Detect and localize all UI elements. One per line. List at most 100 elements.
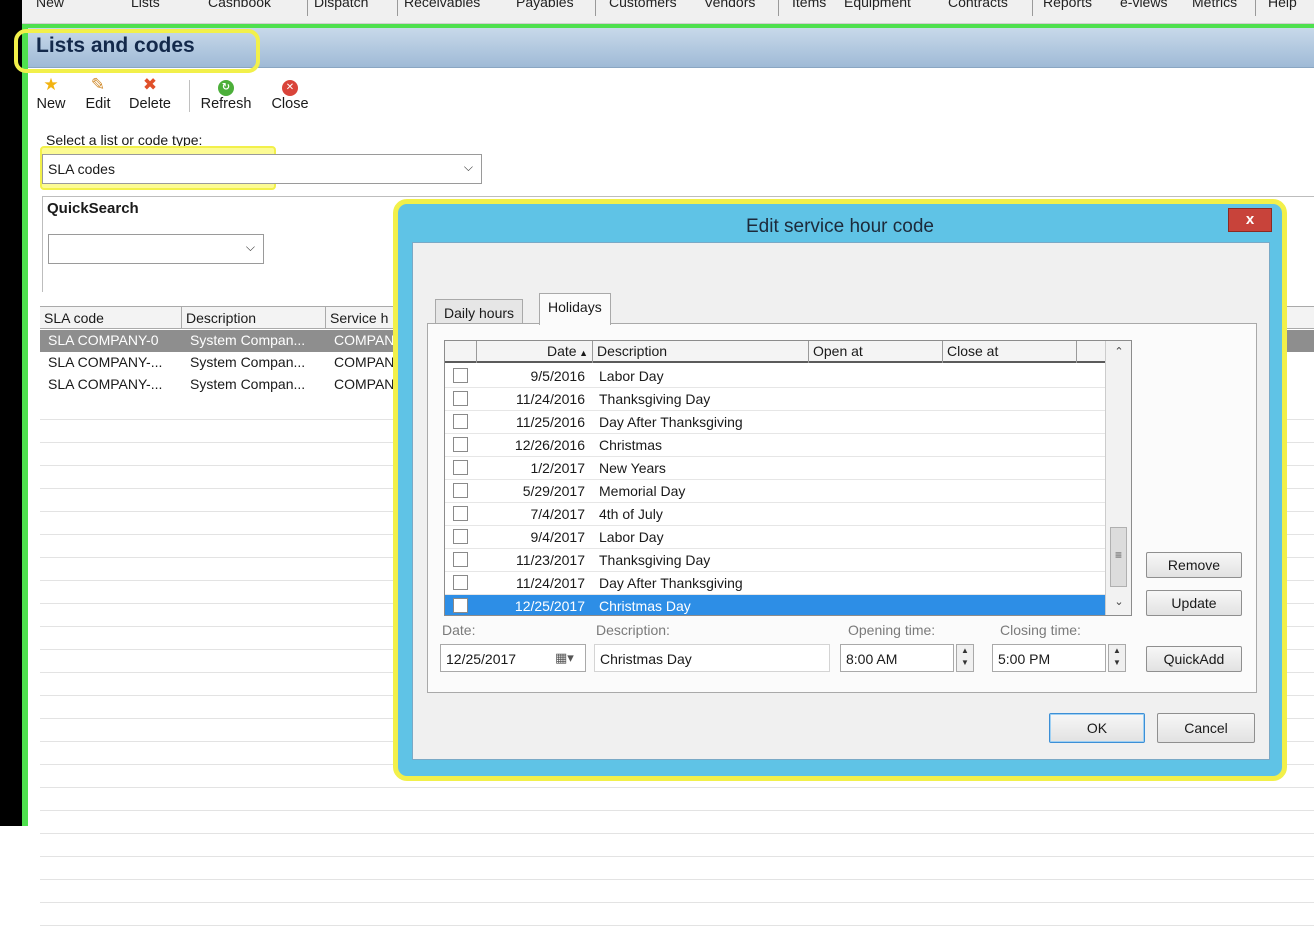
holiday-checkbox[interactable]	[453, 575, 468, 590]
holiday-checkbox[interactable]	[453, 598, 468, 613]
delete-button[interactable]: ✖ Delete	[122, 70, 178, 113]
holiday-checkbox[interactable]	[453, 506, 468, 521]
menu-separator	[1255, 0, 1256, 16]
holiday-row[interactable]: 12/26/2016 Christmas	[445, 434, 1105, 457]
holiday-row[interactable]: 9/5/2016 Labor Day	[445, 365, 1105, 388]
window-border-left	[22, 26, 28, 826]
edit-button[interactable]: ✎ Edit	[80, 70, 116, 113]
column-header-sla-code[interactable]: SLA code	[40, 307, 182, 329]
calendar-icon[interactable]: ▦▾	[555, 650, 574, 666]
column-header-date[interactable]: Date ▲	[477, 341, 593, 363]
scroll-down-icon[interactable]: ⌄	[1106, 595, 1131, 608]
holiday-checkbox[interactable]	[453, 552, 468, 567]
menu-new[interactable]: New	[36, 0, 64, 10]
menu-vendors[interactable]: Vendors	[704, 0, 755, 10]
cell-service-hours: COMPAN	[334, 332, 395, 348]
quickadd-button[interactable]: QuickAdd	[1146, 646, 1242, 672]
menu-cashbook[interactable]: Cashbook	[208, 0, 271, 10]
holiday-row[interactable]: 11/23/2017 Thanksgiving Day	[445, 549, 1105, 572]
cancel-button[interactable]: Cancel	[1157, 713, 1255, 743]
holiday-row[interactable]: 1/2/2017 New Years	[445, 457, 1105, 480]
holiday-row[interactable]: 11/24/2016 Thanksgiving Day	[445, 388, 1105, 411]
holiday-description: Christmas	[599, 437, 663, 453]
holiday-description: Memorial Day	[599, 483, 686, 499]
holiday-row[interactable]: 12/25/2017 Christmas Day	[445, 595, 1105, 615]
menu-separator	[1032, 0, 1033, 16]
cell-description: System Compan...	[190, 332, 306, 348]
list-type-select[interactable]: SLA codes ⌵	[42, 154, 482, 184]
grid-row-line	[40, 787, 1314, 788]
holiday-checkbox[interactable]	[453, 483, 468, 498]
holiday-checkbox[interactable]	[453, 437, 468, 452]
holiday-description: Thanksgiving Day	[599, 552, 711, 568]
menu-metrics[interactable]: Metrics	[1192, 0, 1237, 10]
holiday-date: 12/25/2017	[514, 598, 585, 614]
menu-payables[interactable]: Payables	[516, 0, 574, 10]
menu-items[interactable]: Items	[792, 0, 826, 10]
menu-equipment[interactable]: Equipment	[844, 0, 911, 10]
holiday-description: Thanksgiving Day	[599, 391, 711, 407]
dialog-close-button[interactable]: x	[1228, 208, 1272, 232]
holiday-date: 11/24/2016	[515, 391, 585, 407]
cell-sla-code: SLA COMPANY-...	[48, 376, 163, 392]
holidays-scrollbar[interactable]: ⌃ ≡ ⌄	[1105, 341, 1131, 615]
closing-time-field[interactable]: 5:00 PM	[992, 644, 1106, 672]
menu-contracts[interactable]: Contracts	[948, 0, 1008, 10]
list-type-value: SLA codes	[48, 161, 115, 177]
opening-time-field[interactable]: 8:00 AM	[840, 644, 954, 672]
ok-button[interactable]: OK	[1049, 713, 1145, 743]
column-header-description[interactable]: Description	[182, 307, 326, 329]
new-button[interactable]: ★ New	[32, 70, 70, 113]
menu-lists[interactable]: Lists	[131, 0, 160, 10]
quicksearch-select[interactable]: ⌵	[48, 234, 264, 264]
chevron-down-icon[interactable]: ⌵	[246, 240, 255, 255]
holiday-checkbox[interactable]	[453, 529, 468, 544]
holiday-row[interactable]: 11/24/2017 Day After Thanksgiving	[445, 572, 1105, 595]
holiday-date: 11/23/2017	[515, 552, 585, 568]
holiday-checkbox[interactable]	[453, 368, 468, 383]
refresh-button[interactable]: ↻ Refresh	[196, 70, 256, 112]
holiday-row[interactable]: 5/29/2017 Memorial Day	[445, 480, 1105, 503]
opening-time-spinner[interactable]: ▲ ▼	[956, 644, 974, 672]
holiday-description: Day After Thanksgiving	[599, 414, 743, 430]
cell-sla-code: SLA COMPANY-0	[48, 332, 159, 348]
description-field[interactable]: Christmas Day	[594, 644, 830, 672]
holiday-row[interactable]: 11/25/2016 Day After Thanksgiving	[445, 411, 1105, 434]
date-value: 12/25/2017	[446, 651, 517, 667]
holiday-description: Day After Thanksgiving	[599, 575, 743, 591]
menu-help[interactable]: Help	[1268, 0, 1297, 10]
tab-holidays[interactable]: Holidays	[539, 293, 611, 325]
quicksearch-label: QuickSearch	[47, 200, 139, 217]
menu-reports[interactable]: Reports	[1043, 0, 1092, 10]
cell-description: System Compan...	[190, 376, 306, 392]
date-picker[interactable]: 12/25/2017 ▦▾	[440, 644, 586, 672]
closing-time-spinner[interactable]: ▲ ▼	[1108, 644, 1126, 672]
holiday-checkbox[interactable]	[453, 391, 468, 406]
update-button[interactable]: Update	[1146, 590, 1242, 616]
date-label: Date:	[442, 622, 476, 638]
holiday-row[interactable]: 7/4/2017 4th of July	[445, 503, 1105, 526]
description-label: Description:	[596, 622, 670, 638]
menu-dispatch[interactable]: Dispatch	[314, 0, 368, 10]
holiday-date: 5/29/2017	[522, 483, 585, 499]
holiday-checkbox[interactable]	[453, 460, 468, 475]
closing-time-label: Closing time:	[1000, 622, 1081, 638]
holiday-row[interactable]: 9/4/2017 Labor Day	[445, 526, 1105, 549]
menu-customers[interactable]: Customers	[609, 0, 677, 10]
close-button[interactable]: ✕ Close	[264, 70, 316, 112]
column-header-close-at[interactable]: Close at	[943, 341, 1077, 363]
menu-separator	[778, 0, 779, 16]
window-edge-left	[0, 0, 22, 826]
chevron-down-icon[interactable]: ⌵	[464, 160, 473, 175]
menu-receivables[interactable]: Receivables	[404, 0, 480, 10]
remove-button[interactable]: Remove	[1146, 552, 1242, 578]
menu-e-views[interactable]: e-views	[1120, 0, 1167, 10]
column-header-description[interactable]: Description	[593, 341, 809, 363]
holiday-description: Labor Day	[599, 368, 664, 384]
column-header-date-label: Date	[547, 343, 577, 359]
column-header-open-at[interactable]: Open at	[809, 341, 943, 363]
close-circle-icon: ✕	[264, 76, 316, 96]
holiday-date: 11/25/2016	[515, 414, 585, 430]
holiday-checkbox[interactable]	[453, 414, 468, 429]
scroll-up-icon[interactable]: ⌃	[1106, 345, 1131, 358]
